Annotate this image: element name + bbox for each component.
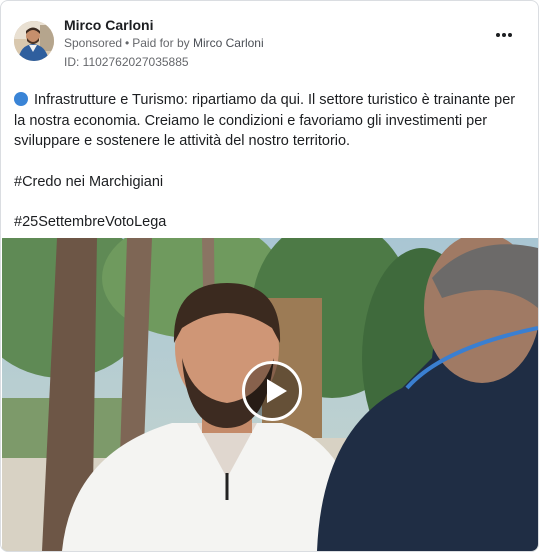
hashtag[interactable]: #25SettembreVotoLega bbox=[14, 212, 529, 233]
avatar[interactable] bbox=[14, 21, 54, 61]
post-paragraph-text: Infrastrutture e Turismo: ripartiamo da … bbox=[14, 92, 516, 149]
ad-id: ID: 1102762027035885 bbox=[64, 55, 189, 69]
separator-dot: • bbox=[125, 36, 130, 50]
video-player[interactable] bbox=[2, 238, 538, 551]
blue-circle-icon bbox=[14, 92, 28, 106]
ad-card: Mirco Carloni Sponsored • Paid for by Mirc… bbox=[0, 0, 539, 552]
sponsored-label: Sponsored bbox=[64, 36, 123, 50]
more-options-button[interactable] bbox=[492, 23, 516, 47]
more-horizontal-icon bbox=[508, 33, 512, 37]
post-header: Mirco Carloni Sponsored • Paid for by Mirc… bbox=[14, 17, 524, 71]
sponsored-line: Sponsored • Paid for by Mirco Carloni bbox=[64, 36, 264, 50]
payer-name[interactable]: Mirco Carloni bbox=[193, 36, 264, 50]
post-paragraph: Infrastrutture e Turismo: ripartiamo da … bbox=[14, 90, 529, 152]
post-text: Infrastrutture e Turismo: ripartiamo da … bbox=[14, 90, 529, 233]
play-icon[interactable] bbox=[242, 361, 302, 421]
hashtag[interactable]: #Credo nei Marchigiani bbox=[14, 172, 529, 193]
more-horizontal-icon bbox=[496, 33, 500, 37]
more-horizontal-icon bbox=[502, 33, 506, 37]
author-name[interactable]: Mirco Carloni bbox=[64, 17, 153, 33]
paid-for-label: Paid for by bbox=[132, 36, 190, 50]
